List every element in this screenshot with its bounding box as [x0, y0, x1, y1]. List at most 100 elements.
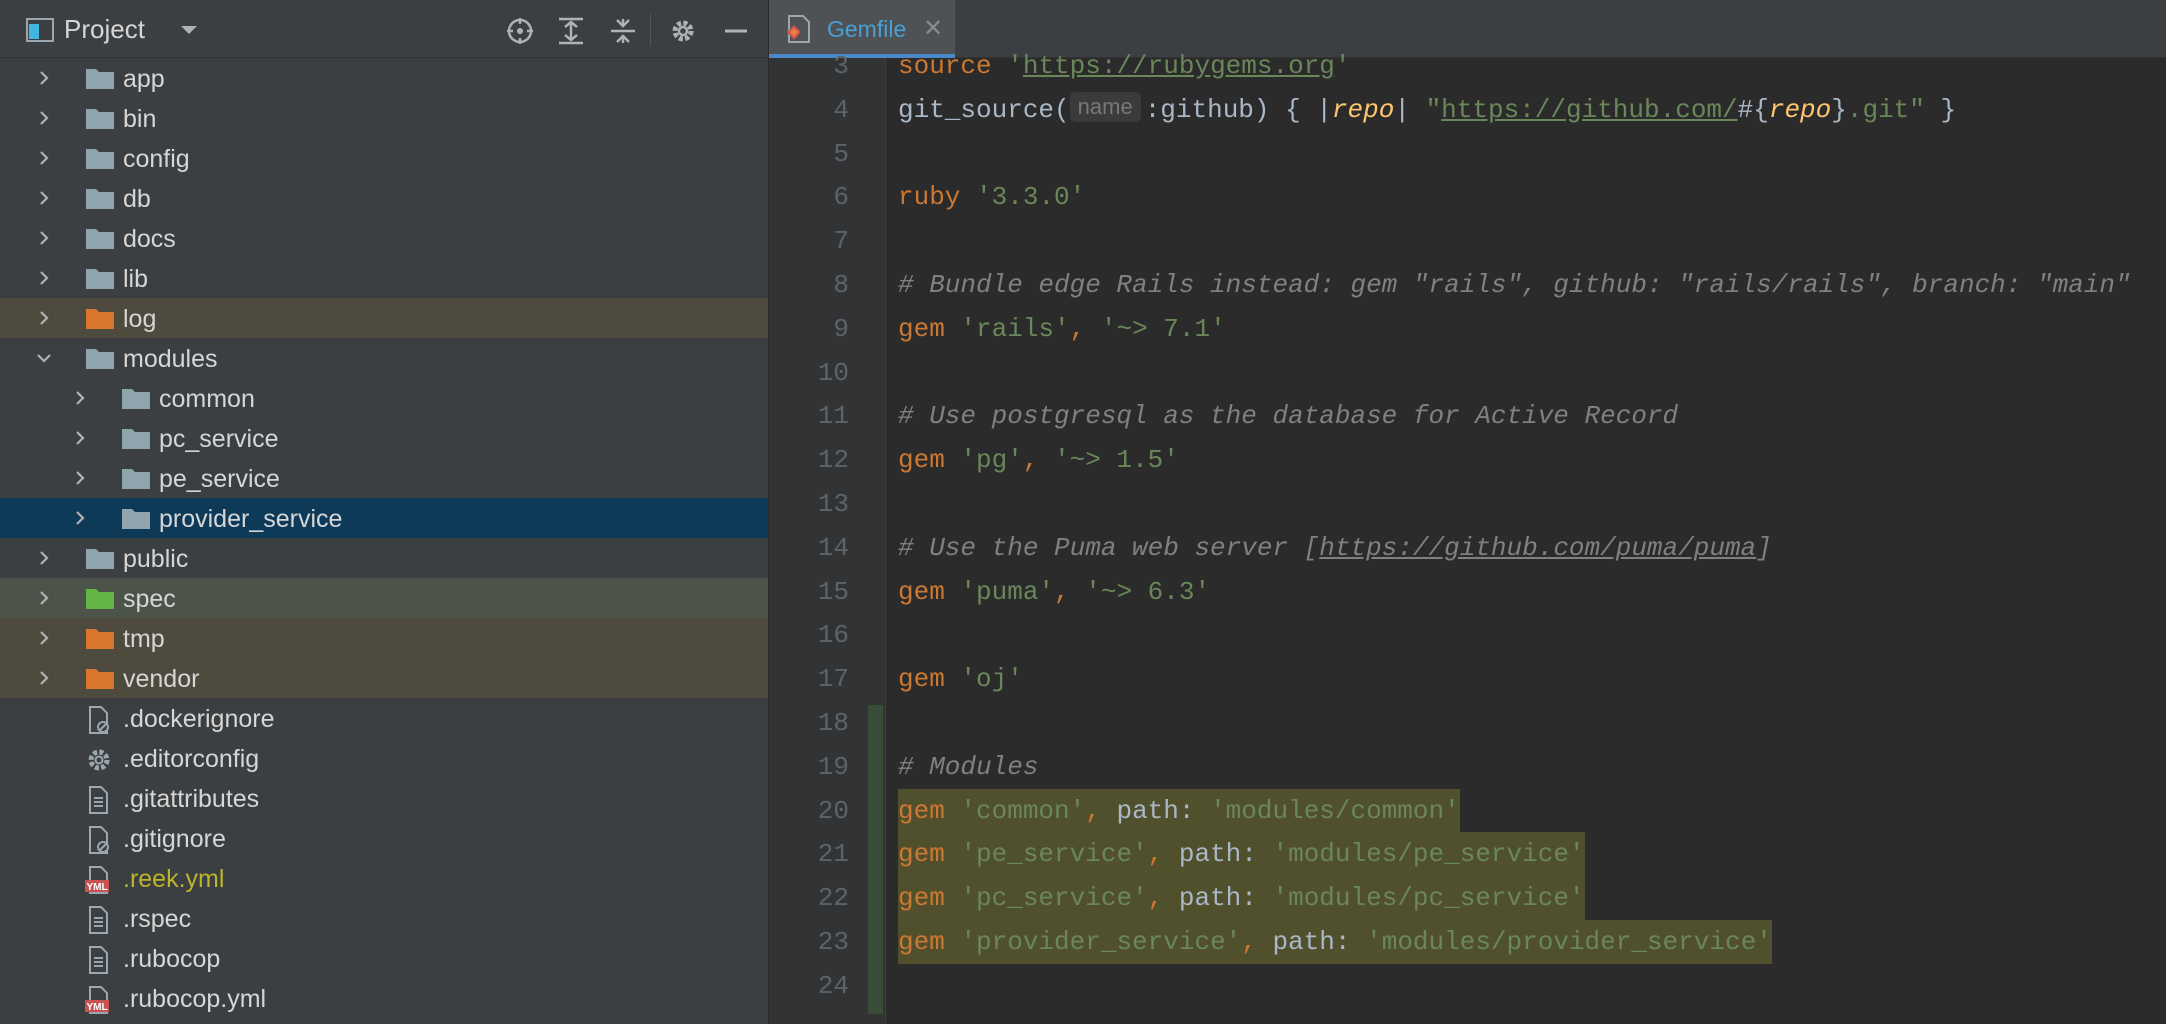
code-line[interactable]: 7	[769, 219, 2166, 263]
tree-item-config[interactable]: config	[0, 138, 768, 178]
code-line[interactable]: 10	[769, 351, 2166, 395]
project-title[interactable]: Project	[64, 14, 145, 45]
tree-item-label: modules	[123, 345, 218, 373]
tree-item-modules[interactable]: modules	[0, 338, 768, 378]
code-editor[interactable]: 3 source 'https://rubygems.org' 4 git_sourc…	[769, 44, 2166, 1024]
code-line[interactable]: 6 ruby '3.3.0'	[769, 175, 2166, 219]
code-text: gem 'pg', '~> 1.5'	[898, 445, 1179, 476]
code-line[interactable]: 16	[769, 613, 2166, 657]
expand-all-icon[interactable]	[556, 16, 586, 46]
chevron-right-icon[interactable]	[72, 390, 88, 406]
gear-icon	[85, 746, 113, 779]
code-line[interactable]: 5	[769, 132, 2166, 176]
chevron-right-icon[interactable]	[72, 470, 88, 486]
tree-item-public[interactable]: public	[0, 538, 768, 578]
hide-icon[interactable]	[721, 16, 751, 46]
code-line[interactable]: 3 source 'https://rubygems.org'	[769, 44, 2166, 88]
tree-item-rubocop-yml[interactable]: YML .rubocop.yml	[0, 978, 768, 1018]
code-line[interactable]: 19 # Modules	[769, 745, 2166, 789]
gemfile-icon	[787, 15, 810, 43]
tree-item-label: app	[123, 65, 165, 93]
tree-item-label: .rubocop	[123, 945, 221, 973]
code-line[interactable]: 22 gem 'pc_service', path: 'modules/pc_se…	[769, 876, 2166, 921]
tree-item-log[interactable]: log	[0, 298, 768, 338]
chevron-right-icon[interactable]	[72, 510, 88, 526]
code-text: # Modules	[898, 751, 1039, 782]
code-line[interactable]: 8 # Bundle edge Rails instead: gem "rails…	[769, 263, 2166, 307]
chevron-right-icon[interactable]	[36, 110, 52, 126]
tree-item-db[interactable]: db	[0, 178, 768, 218]
code-line[interactable]: 9 gem 'rails', '~> 7.1'	[769, 307, 2166, 351]
tree-item-pe-service[interactable]: pe_service	[0, 458, 768, 498]
tree-item-tmp[interactable]: tmp	[0, 618, 768, 658]
tree-item-provider-service[interactable]: provider_service	[0, 498, 768, 538]
folder-icon	[85, 346, 115, 375]
chevron-right-icon[interactable]	[36, 670, 52, 686]
tree-item-lib[interactable]: lib	[0, 258, 768, 298]
chevron-right-icon[interactable]	[36, 310, 52, 326]
folder-icon	[85, 546, 115, 575]
tree-item-vendor[interactable]: vendor	[0, 658, 768, 698]
tree-item-editorconfig[interactable]: .editorconfig	[0, 738, 768, 778]
gear-icon[interactable]	[668, 16, 698, 46]
tree-item-label: common	[159, 385, 255, 413]
tree-item-rspec[interactable]: .rspec	[0, 898, 768, 938]
line-number: 18	[817, 708, 849, 738]
chevron-right-icon[interactable]	[36, 70, 52, 86]
chevron-right-icon[interactable]	[36, 550, 52, 566]
tree-item-spec[interactable]: spec	[0, 578, 768, 618]
code-line[interactable]: 24	[769, 964, 2166, 1008]
tree-item-label: log	[123, 305, 157, 333]
collapse-all-icon[interactable]	[608, 16, 638, 46]
tree-item-dockerignore[interactable]: .dockerignore	[0, 698, 768, 738]
tree-item-label: .editorconfig	[123, 745, 260, 773]
code-line[interactable]: 21 gem 'pe_service', path: 'modules/pe_se…	[769, 832, 2166, 877]
code-text: # Use the Puma web server [https://githu…	[898, 532, 1772, 563]
tree-item-rubocop[interactable]: .rubocop	[0, 938, 768, 978]
chevron-right-icon[interactable]	[36, 150, 52, 166]
code-line[interactable]: 14 # Use the Puma web server [https://git…	[769, 526, 2166, 570]
locate-icon[interactable]	[505, 16, 535, 46]
folder-icon	[85, 586, 115, 615]
code-line[interactable]: 4 git_source(name:github) { |repo| "https…	[769, 88, 2166, 132]
code-line[interactable]: 20 gem 'common', path: 'modules/common'	[769, 788, 2166, 833]
chevron-right-icon[interactable]	[36, 270, 52, 286]
chevron-right-icon[interactable]	[36, 190, 52, 206]
code-line[interactable]: 13	[769, 482, 2166, 526]
folder-icon	[85, 306, 115, 335]
tree-item-gitignore[interactable]: .gitignore	[0, 818, 768, 858]
tree-item-label: .dockerignore	[123, 705, 275, 733]
chevron-down-icon[interactable]	[180, 24, 198, 36]
chevron-right-icon[interactable]	[36, 230, 52, 246]
line-number: 12	[817, 445, 849, 476]
code-line[interactable]: 15 gem 'puma', '~> 6.3'	[769, 570, 2166, 614]
chevron-right-icon[interactable]	[36, 590, 52, 606]
chevron-down-icon[interactable]	[36, 350, 52, 366]
code-line[interactable]: 11 # Use postgresql as the database for A…	[769, 394, 2166, 438]
tree-item-docs[interactable]: docs	[0, 218, 768, 258]
svg-text:YML: YML	[86, 882, 107, 893]
line-number: 23	[817, 927, 849, 957]
tree-item-label: .gitignore	[123, 825, 226, 853]
close-icon[interactable]: ✕	[923, 14, 943, 43]
ignore-file-icon	[85, 826, 111, 859]
yml-file-icon: YML	[85, 986, 111, 1019]
tree-item-pc-service[interactable]: pc_service	[0, 418, 768, 458]
code-line[interactable]: 18	[769, 701, 2166, 745]
tree-item-gitattributes[interactable]: .gitattributes	[0, 778, 768, 818]
tree-item-label: .reek.yml	[123, 865, 225, 893]
tree-item-reek-yml[interactable]: YML .reek.yml	[0, 858, 768, 898]
chevron-right-icon[interactable]	[36, 630, 52, 646]
line-number: 3	[833, 51, 849, 81]
code-line[interactable]: 23 gem 'provider_service', path: 'modules…	[769, 920, 2166, 964]
folder-icon	[85, 66, 115, 95]
line-number: 6	[833, 182, 849, 213]
line-number: 10	[817, 357, 849, 388]
tree-item-common[interactable]: common	[0, 378, 768, 418]
line-number: 21	[817, 839, 849, 870]
code-line[interactable]: 17 gem 'oj'	[769, 657, 2166, 701]
code-line[interactable]: 12 gem 'pg', '~> 1.5'	[769, 438, 2166, 482]
tree-item-bin[interactable]: bin	[0, 98, 768, 138]
tree-item-app[interactable]: app	[0, 58, 768, 98]
chevron-right-icon[interactable]	[72, 430, 88, 446]
